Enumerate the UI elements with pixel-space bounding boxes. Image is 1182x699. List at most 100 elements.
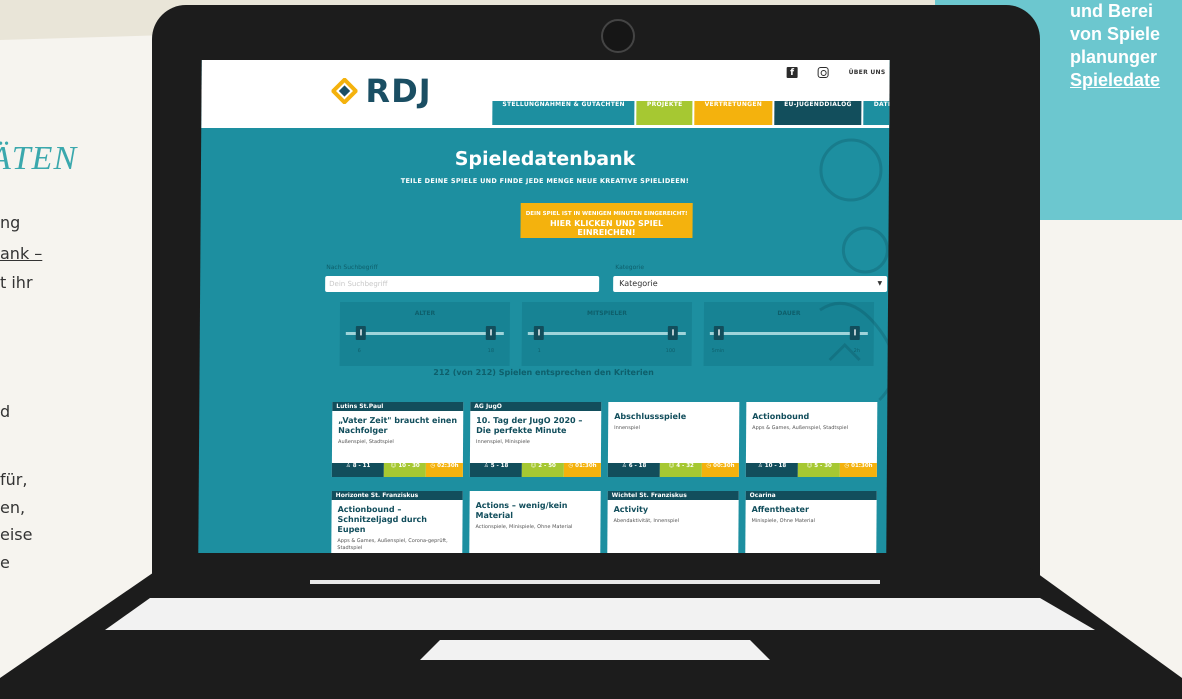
- card-title: Affentheater: [751, 505, 809, 514]
- logo-text: RDJ: [365, 72, 432, 110]
- game-card[interactable]: Wichtel St. Franziskus Activity Abendakt…: [607, 491, 739, 553]
- side-link[interactable]: Spieledate: [1070, 69, 1182, 92]
- slider-age-label: ALTER: [414, 310, 436, 317]
- nav-item-projekte[interactable]: PROJEKTE: [636, 101, 693, 125]
- left-line: d: [0, 402, 11, 421]
- card-org: Wichtel St. Franziskus: [607, 491, 739, 500]
- game-card[interactable]: Abschlussspiele Innenspiel ♙ 6 - 18 ☺ 4 …: [607, 402, 740, 477]
- card-age: ♙ 6 - 18: [607, 463, 661, 477]
- page-title: Spieledatenbank: [454, 148, 636, 170]
- game-card[interactable]: AG JugO 10. Tag der JugO 2020 – Die perf…: [469, 402, 602, 477]
- chevron-down-icon: ▼: [877, 280, 883, 287]
- side-text: und Berei von Spiele planunger Spieledat…: [1070, 0, 1182, 92]
- card-age: ♙ 8 - 11: [331, 463, 385, 477]
- card-players-value: 10 - 30: [398, 463, 420, 469]
- card-age: ♙ 5 - 18: [469, 463, 523, 477]
- card-duration: ◷ 01:30h: [840, 463, 877, 477]
- card-tags: Actionspiele, Minispiele, Ohne Material: [475, 524, 573, 530]
- slider-age-max: 18: [487, 348, 495, 354]
- side-line: planunger: [1070, 47, 1158, 67]
- slider-handle-max[interactable]: ‖: [849, 326, 860, 340]
- game-card[interactable]: Actions – wenig/kein Material Actionspie…: [469, 491, 601, 553]
- slider-players-max: 100: [665, 348, 676, 354]
- card-players: ☺ 10 - 30: [384, 463, 427, 477]
- card-title: Activity: [613, 505, 649, 514]
- nav-item-datenbanken[interactable]: DATENBANKEN: [863, 101, 890, 125]
- submit-game-button[interactable]: DEIN SPIEL IST IN WENIGEN MINUTEN EINGER…: [520, 203, 693, 238]
- facebook-icon[interactable]: f: [786, 67, 798, 78]
- slider-players-label: MITSPIELER: [586, 310, 627, 317]
- left-line: für,: [0, 470, 28, 489]
- card-age-value: 8 - 11: [352, 463, 371, 469]
- search-label: Nach Suchbegriff: [326, 264, 378, 271]
- nav-item-stellungnahmen[interactable]: STELLUNGNAHMEN & GUTACHTEN: [492, 101, 635, 125]
- slider-track: [345, 332, 504, 335]
- search-input[interactable]: Dein Suchbegriff: [325, 276, 600, 292]
- slider-track: [709, 332, 868, 335]
- card-tags: Innenspiel, Minispiele: [476, 439, 530, 445]
- slider-handle-max[interactable]: ‖: [485, 326, 496, 340]
- card-org: AG JugO: [470, 402, 602, 411]
- card-duration: ◷ 01:30h: [564, 463, 601, 477]
- card-players: ☺ 2 - 50: [522, 463, 565, 477]
- site-logo[interactable]: RDJ: [331, 72, 432, 110]
- slider-age: ALTER ‖ ‖ 6 18: [339, 302, 511, 366]
- slider-handle-min[interactable]: ‖: [713, 326, 724, 340]
- slider-track: [527, 332, 686, 335]
- slider-duration-min: 5min: [711, 348, 725, 354]
- about-link[interactable]: ÜBER UNS: [849, 69, 886, 76]
- left-line[interactable]: ank –: [0, 244, 42, 263]
- nav-item-vertretungen[interactable]: VERTRETUNGEN: [694, 101, 773, 125]
- game-card[interactable]: Horizonte St. Franziskus Actionbound – S…: [331, 491, 463, 553]
- slider-duration-max: 2h: [853, 348, 861, 354]
- card-title: Actionbound – Schnitzeljagd durch Eupen: [337, 505, 428, 534]
- card-org: Lutins St.Paul: [332, 402, 464, 411]
- card-duration: ◷ 02:30h: [426, 463, 463, 477]
- card-tags: Minispiele, Ohne Material: [751, 518, 815, 524]
- card-players: ☺ 5 - 30: [798, 463, 841, 477]
- card-duration: ◷ 00:30h: [702, 463, 739, 477]
- side-line: und Berei: [1070, 1, 1154, 21]
- slider-age-min: 6: [357, 348, 361, 354]
- left-line: t ihr: [0, 273, 33, 292]
- left-line: en,: [0, 498, 26, 517]
- card-duration-value: 00:30h: [713, 463, 735, 469]
- card-duration-value: 01:30h: [851, 463, 873, 469]
- laptop-base: [0, 568, 1182, 699]
- slider-handle-min[interactable]: ‖: [533, 326, 544, 340]
- cta-line2: HIER KLICKEN UND SPIEL EINREICHEN!: [549, 219, 664, 237]
- nav-item-eu-jugenddialog[interactable]: EU-JUGENDDIALOG: [773, 101, 862, 125]
- slider-handle-max[interactable]: ‖: [667, 326, 678, 340]
- card-age-value: 10 - 18: [764, 463, 787, 469]
- slider-players: MITSPIELER ‖ ‖ 1 100: [521, 302, 693, 366]
- card-duration-value: 01:30h: [575, 463, 597, 469]
- game-card[interactable]: Lutins St.Paul „Vater Zeit" braucht eine…: [331, 402, 464, 477]
- card-title: 10. Tag der JugO 2020 – Die perfekte Min…: [476, 416, 583, 435]
- slider-players-min: 1: [537, 348, 541, 354]
- card-title: „Vater Zeit" braucht einen Nachfolger: [338, 416, 458, 435]
- card-title: Abschlussspiele: [614, 412, 687, 421]
- cta-line1: DEIN SPIEL IST IN WENIGEN MINUTEN EINGER…: [525, 211, 688, 217]
- instagram-icon[interactable]: [817, 67, 829, 78]
- card-tags: Außenspiel, Stadtspiel: [338, 439, 394, 445]
- slider-handle-min[interactable]: ‖: [355, 326, 366, 340]
- main-nav: STELLUNGNAHMEN & GUTACHTEN PROJEKTE VERT…: [492, 101, 890, 125]
- card-duration-value: 02:30h: [437, 463, 459, 469]
- card-players-value: 5 - 30: [814, 463, 832, 469]
- page-subtitle: TEILE DEINE SPIELE UND FINDE JEDE MENGE …: [400, 177, 690, 185]
- category-value: Kategorie: [619, 279, 658, 288]
- left-heading: ÄTEN: [0, 140, 78, 177]
- game-card[interactable]: Ocarina Affentheater Minispiele, Ohne Ma…: [745, 491, 877, 553]
- card-age-value: 6 - 18: [628, 463, 647, 469]
- category-select[interactable]: Kategorie ▼: [613, 276, 888, 292]
- card-age: ♙ 10 - 18: [745, 463, 799, 477]
- logo-diamond-icon: [331, 78, 358, 104]
- card-age-value: 5 - 18: [490, 463, 509, 469]
- card-tags: Apps & Games, Außenspiel, Corona-geprüft…: [337, 538, 448, 551]
- card-org: Horizonte St. Franziskus: [331, 491, 463, 500]
- card-title: Actionbound: [752, 412, 810, 421]
- game-card[interactable]: Actionbound Apps & Games, Außenspiel, St…: [745, 402, 878, 477]
- card-players: ☺ 4 - 32: [660, 463, 703, 477]
- card-players-value: 2 - 50: [538, 463, 556, 469]
- category-label: Kategorie: [615, 264, 645, 271]
